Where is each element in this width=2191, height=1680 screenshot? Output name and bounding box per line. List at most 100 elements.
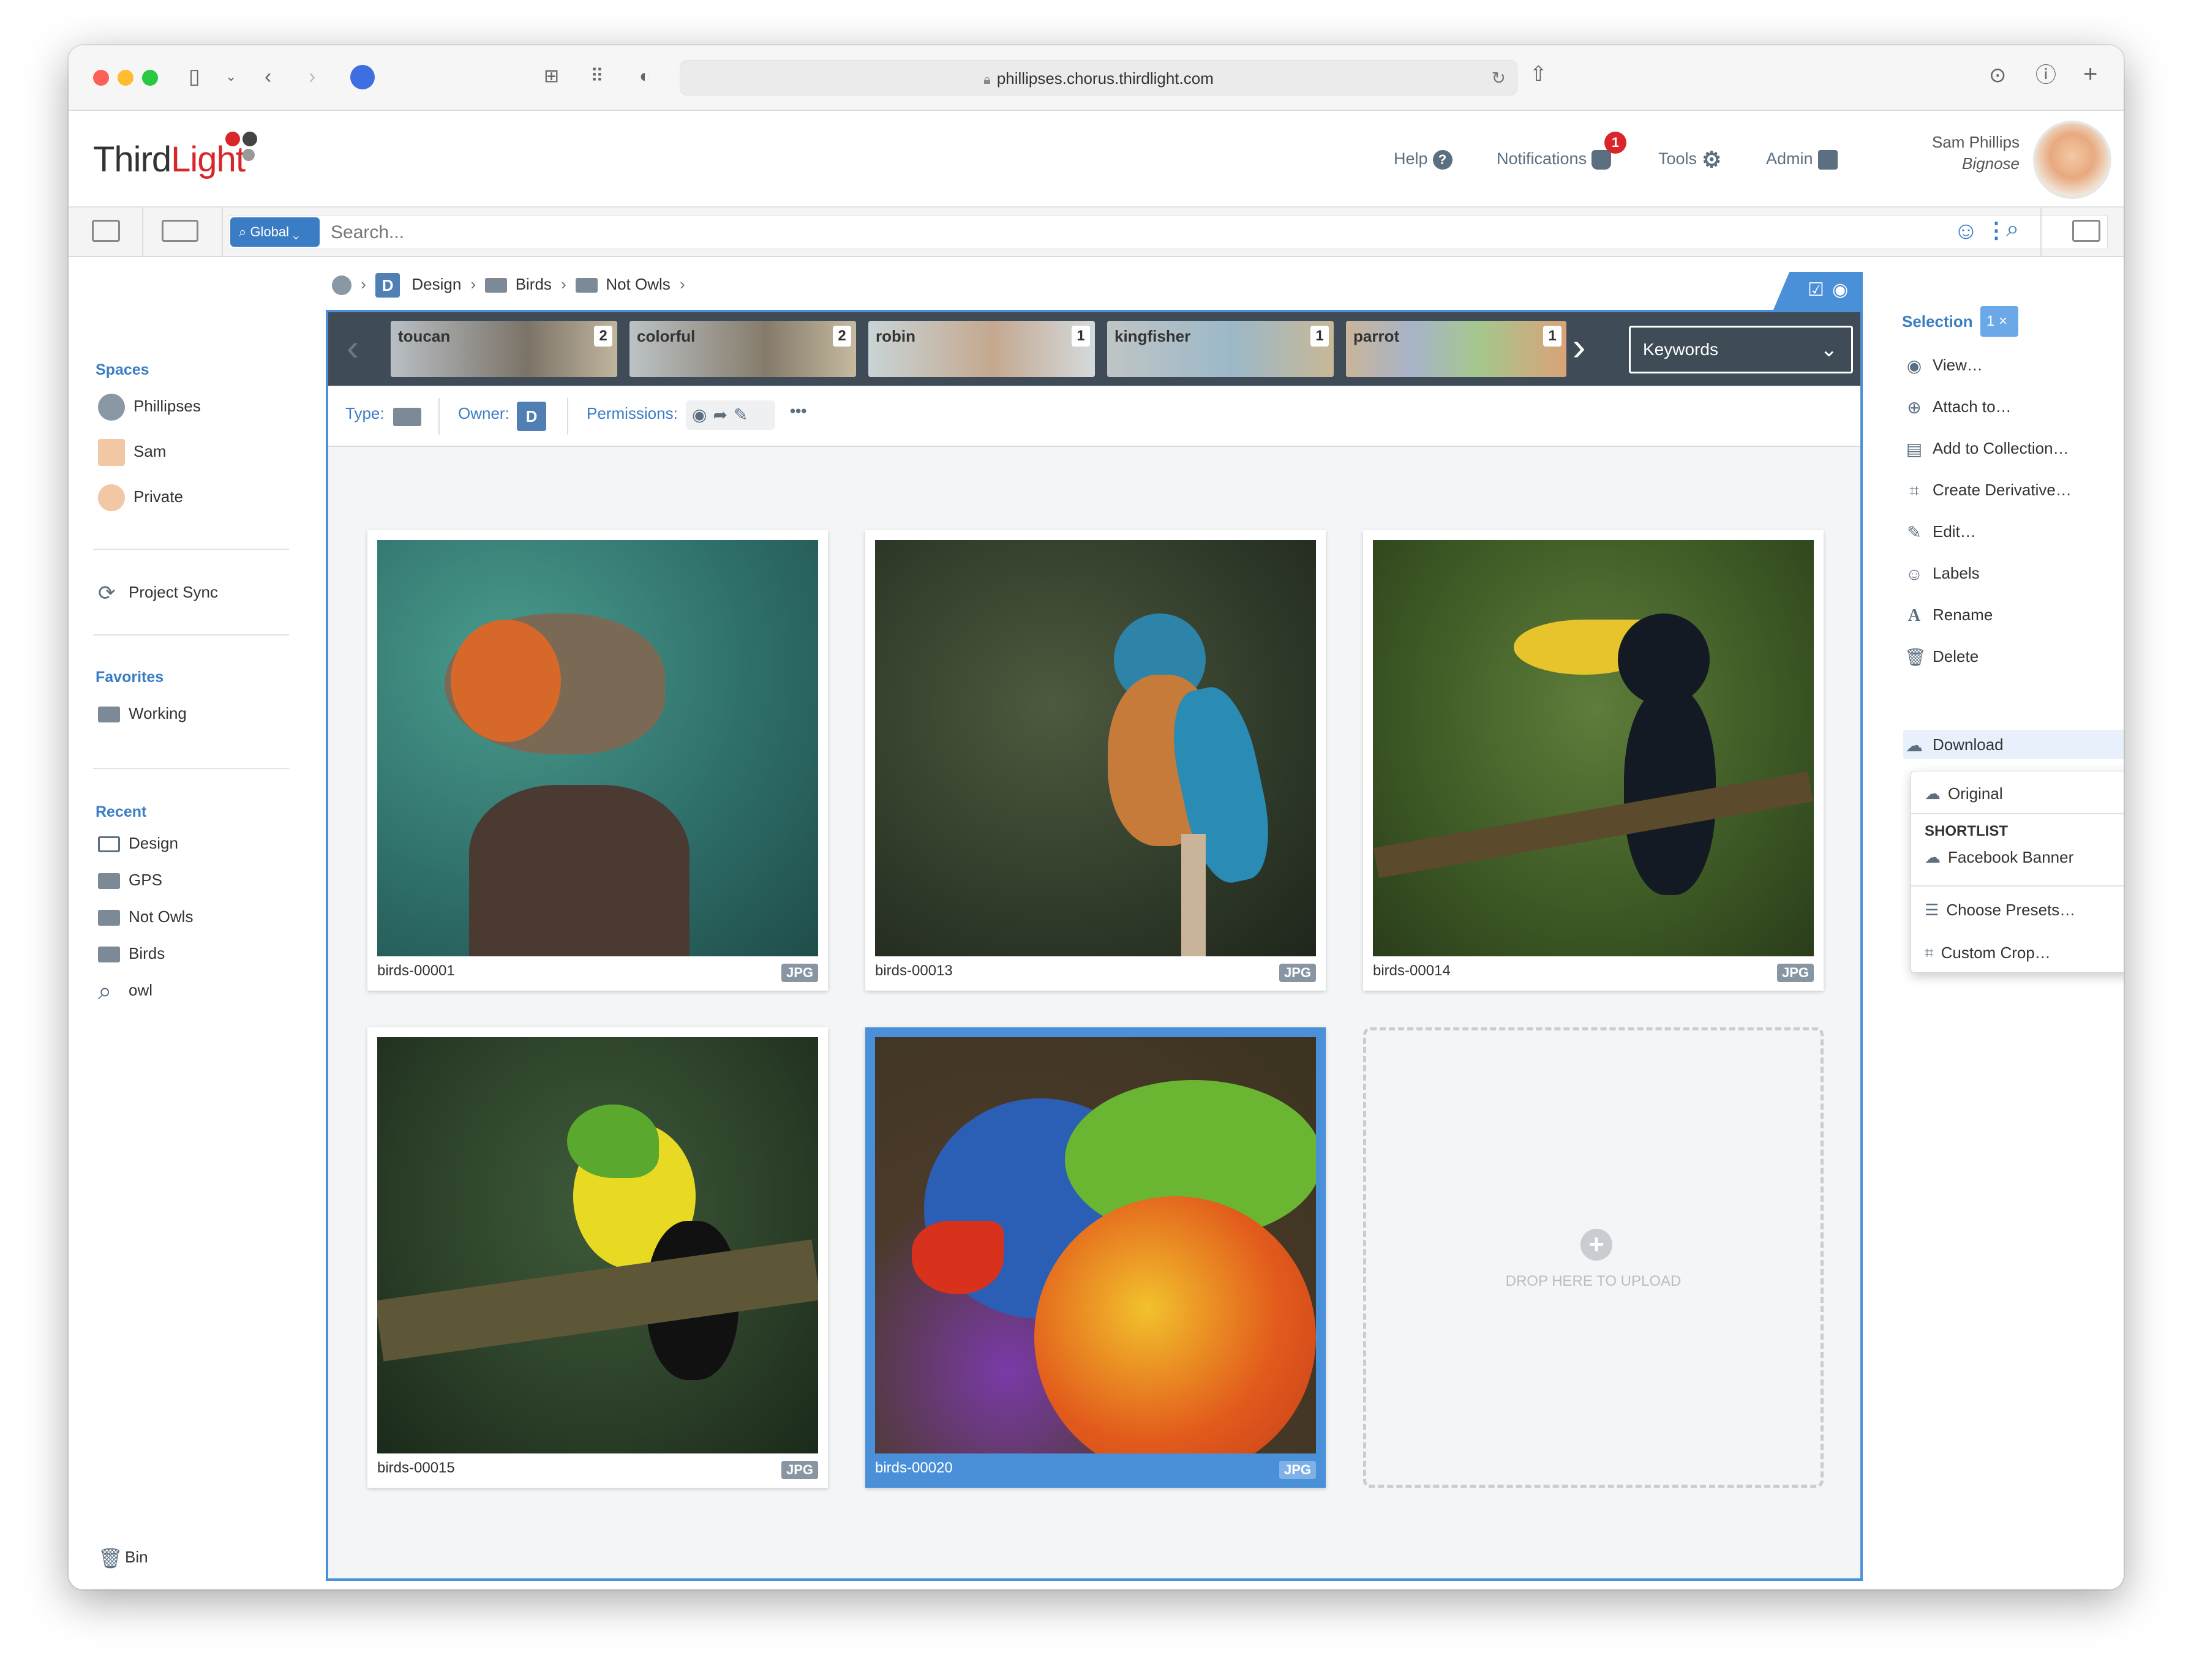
more-options-icon[interactable]: ⋮ [1985, 217, 2007, 243]
forward-arrow-icon[interactable]: › [309, 66, 315, 87]
sidebar-item-label: Phillipses [133, 397, 201, 415]
info-icon[interactable]: ⓘ [2035, 65, 2056, 86]
tools-link[interactable]: Tools ⚙ [1658, 146, 1721, 171]
tag-parrot[interactable]: parrot 1 [1346, 321, 1566, 377]
panel-mode-tab[interactable]: ☑ ◉ [1773, 272, 1863, 310]
sidebar-item-project-sync[interactable]: ⟳ Project Sync [98, 577, 218, 607]
share-icon[interactable]: ⇧ [1530, 64, 1547, 84]
maximize-window-button[interactable] [142, 70, 158, 86]
tag-toucan[interactable]: toucan 2 [391, 321, 617, 377]
sidebar-item-label: Private [133, 487, 183, 506]
action-attach[interactable]: ⊕ Attach to… [1904, 393, 2011, 420]
sidebar-item-owl-search[interactable]: ⌕ owl [98, 975, 152, 1005]
tag-count: 1 [1072, 326, 1090, 347]
sidebar-item-birds[interactable]: Birds [98, 938, 165, 969]
help-link[interactable]: Help? [1394, 146, 1453, 171]
upload-drop-zone[interactable]: + DROP HERE TO UPLOAD [1363, 1027, 1824, 1488]
action-delete[interactable]: 🗑︎ Delete [1904, 643, 1979, 670]
tag-kingfisher[interactable]: kingfisher 1 [1107, 321, 1334, 377]
photo-toucan[interactable] [1373, 540, 1814, 956]
filter-divider [567, 398, 568, 435]
breadcrumb-item-birds[interactable]: Birds [516, 275, 552, 293]
sidebar-item-gps[interactable]: GPS [98, 864, 162, 895]
smiley-icon[interactable]: ☺ [1953, 217, 1979, 245]
reload-icon[interactable]: ↻ [1492, 68, 1506, 88]
sidebar-item-private[interactable]: Private [98, 481, 183, 512]
sidebar-item-not-owls[interactable]: Not Owls [98, 901, 193, 932]
sidebar-item-design[interactable]: Design [98, 828, 178, 858]
photo-kingfisher[interactable] [875, 540, 1316, 956]
shield-icon[interactable]: ◐ [639, 66, 650, 87]
photo-robin[interactable] [377, 540, 818, 956]
notifications-link[interactable]: Notifications [1497, 146, 1612, 171]
action-labels[interactable]: ☺ Labels [1904, 560, 1980, 587]
view-mode-icon[interactable] [162, 220, 198, 242]
left-sidebar: Spaces Phillipses Sam Private ⟳ Project S… [69, 257, 326, 1589]
admin-link[interactable]: Admin [1766, 146, 1838, 171]
address-bar[interactable]: 🔒︎ phillipses.chorus.thirdlight.com ↻ [680, 60, 1517, 96]
action-rename[interactable]: A Rename [1904, 601, 1993, 628]
trash-icon: 🗑︎ [98, 1547, 123, 1570]
action-download[interactable]: ☁ Download [1904, 731, 2004, 758]
action-edit[interactable]: ✎ Edit… [1904, 518, 1976, 545]
right-panel-toggle-icon[interactable] [2072, 220, 2100, 242]
crop-icon: ⌗ [1925, 943, 1934, 962]
menu-item-facebook-banner[interactable]: ☁ Facebook Banner [1925, 844, 2073, 871]
minimize-window-button[interactable] [118, 70, 133, 86]
left-panel-toggle-icon[interactable] [92, 220, 120, 242]
eye-icon: ◉ [1832, 280, 1849, 300]
tag-robin[interactable]: robin 1 [868, 321, 1095, 377]
apps-grid-icon[interactable]: ⠿ [590, 66, 604, 87]
sidebar-toggle-icon[interactable]: ▯ [189, 66, 200, 87]
recent-heading: Recent [96, 803, 147, 820]
advanced-search-icon[interactable]: ⌕ [2006, 216, 2019, 242]
globe-icon[interactable] [332, 276, 351, 296]
perch-branch [1374, 771, 1813, 879]
more-filters-icon[interactable]: ••• [790, 402, 806, 421]
tab-overview-icon[interactable]: ⊞ [544, 66, 559, 87]
tag-colorful[interactable]: colorful 2 [629, 321, 856, 377]
menu-item-original[interactable]: ☁ Original [1925, 780, 2003, 807]
menu-item-choose-presets[interactable]: ☰ Choose Presets… [1925, 896, 2075, 923]
close-window-button[interactable] [93, 70, 109, 86]
tag-label: kingfisher [1114, 327, 1191, 345]
sidebar-item-working[interactable]: Working [98, 698, 187, 729]
owner-badge[interactable]: D [517, 402, 546, 431]
file-card-selected[interactable]: birds-00020 JPG [865, 1027, 1326, 1488]
chevron-left-icon[interactable]: ‹ [347, 329, 359, 366]
download-icon[interactable]: ⊙ [1989, 65, 2007, 86]
spaces-heading: Spaces [96, 361, 149, 378]
space-badge[interactable]: D [375, 273, 400, 298]
photo-toucan[interactable] [377, 1037, 818, 1453]
file-card[interactable]: birds-00013 JPG [865, 530, 1326, 991]
file-card[interactable]: birds-00001 JPG [367, 530, 828, 991]
chevron-down-icon[interactable]: ⌄ [225, 66, 236, 87]
user-info[interactable]: Sam Phillips Bignose [1932, 133, 2020, 173]
selection-count-badge[interactable]: 1 × [1980, 306, 2018, 337]
privacy-extension-icon[interactable] [350, 65, 375, 89]
file-card[interactable]: birds-00014 JPG [1363, 530, 1824, 991]
action-create-derivative[interactable]: ⌗ Create Derivative… [1904, 476, 2072, 503]
menu-item-custom-crop[interactable]: ⌗ Custom Crop… [1925, 939, 2051, 966]
permissions-toggle[interactable]: ◉➦✎ [686, 400, 775, 430]
action-label: Labels [1933, 564, 1980, 582]
search-scope-dropdown[interactable]: ⌕ Global ⌄ [230, 217, 320, 247]
action-view[interactable]: ◉ View… [1904, 351, 1983, 378]
thirdlight-logo[interactable]: ThirdLight [93, 139, 246, 180]
keywords-dropdown[interactable]: Keywords ⌄ [1629, 326, 1853, 373]
file-card[interactable]: birds-00015 JPG [367, 1027, 828, 1488]
breadcrumb-item-design[interactable]: Design [412, 275, 461, 293]
avatar[interactable] [2033, 121, 2111, 199]
photo-parrot[interactable] [875, 1037, 1316, 1453]
chevron-right-icon[interactable]: › [1573, 327, 1585, 366]
sidebar-item-sam[interactable]: Sam [98, 436, 166, 467]
action-add-to-collection[interactable]: ▤ Add to Collection… [1904, 435, 2069, 462]
sidebar-item-bin[interactable]: 🗑︎ Bin [98, 1542, 148, 1572]
back-arrow-icon[interactable]: ‹ [265, 66, 271, 87]
folder-icon[interactable] [393, 408, 421, 426]
new-tab-icon[interactable]: + [2083, 62, 2097, 86]
bell-icon [1592, 149, 1612, 170]
sidebar-item-phillipses[interactable]: Phillipses [98, 391, 201, 421]
breadcrumb-item-not-owls[interactable]: Not Owls [606, 275, 670, 293]
search-input[interactable] [329, 219, 1922, 247]
